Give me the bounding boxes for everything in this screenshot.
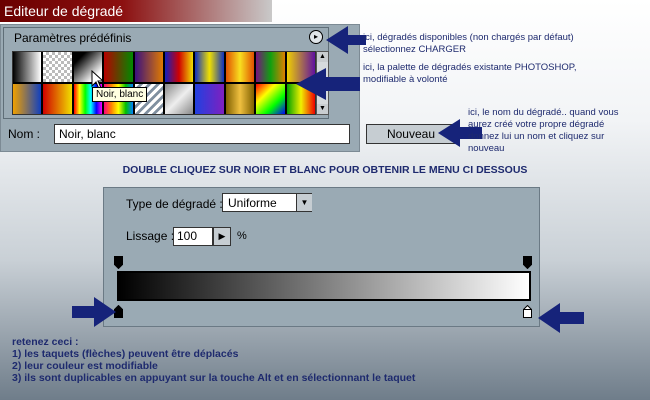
footer-item: 1) les taquets (flèches) peuvent être dé…: [12, 348, 239, 360]
gradient-type-value: Uniforme: [228, 196, 277, 210]
opacity-stop-right[interactable]: [523, 256, 532, 269]
swatch-gold[interactable]: [225, 84, 255, 114]
smoothness-slider-button[interactable]: ▶: [213, 227, 231, 246]
swatch-violet-orange[interactable]: [134, 52, 163, 82]
swatch-foreground-transparent[interactable]: [43, 52, 72, 82]
smoothness-label: Lissage :: [126, 229, 175, 243]
big-arrow-icon: [538, 303, 584, 333]
big-arrow-icon: [72, 297, 116, 327]
instruction-heading: DOUBLE CLIQUEZ SUR NOIR ET BLANC POUR OB…: [122, 164, 528, 176]
scroll-down-icon[interactable]: ▼: [317, 104, 328, 114]
percent-label: %: [237, 230, 247, 242]
footer-notes: retenez ceci : 1) les taquets (flèches) …: [12, 336, 415, 384]
note-name: ici, le nom du dégradé.. quand vous aure…: [468, 107, 619, 154]
window-title: Editeur de dégradé: [0, 0, 272, 22]
big-arrow-icon: [326, 26, 366, 54]
swatch-rainbow-diagonal[interactable]: [256, 84, 285, 114]
swatch-red-green[interactable]: [104, 52, 133, 82]
name-field[interactable]: Noir, blanc: [54, 124, 350, 144]
color-stop-white[interactable]: [523, 305, 532, 318]
play-icon: ▸: [313, 32, 318, 41]
footer-title: retenez ceci :: [12, 336, 79, 348]
swatch-blue-red-yellow[interactable]: [164, 52, 194, 82]
footer-item: 3) ils sont duplicables en appuyant sur …: [12, 372, 416, 384]
swatch-chrome[interactable]: [43, 84, 72, 114]
swatch-blue-purple[interactable]: [195, 84, 224, 114]
gradient-type-label: Type de dégradé :: [126, 197, 223, 211]
smoothness-field[interactable]: 100: [173, 227, 213, 246]
swatch-silver[interactable]: [164, 84, 194, 114]
chevron-down-icon[interactable]: ▼: [296, 194, 312, 211]
gradient-swatches: [12, 51, 316, 115]
swatch-copper[interactable]: [13, 84, 42, 114]
opacity-stop-left[interactable]: [114, 256, 123, 269]
note-menu: ici, dégradés disponibles (non chargés p…: [363, 32, 574, 55]
footer-item: 2) leur couleur est modifiable: [12, 360, 158, 372]
presets-menu-button[interactable]: ▸: [309, 30, 323, 44]
name-label: Nom :: [8, 127, 41, 141]
presets-label: Paramètres prédéfinis: [14, 31, 132, 45]
gradient-preview-bar[interactable]: [117, 271, 531, 301]
swatch-blue-yellow-blue[interactable]: [195, 52, 224, 82]
note-palette: ici, la palette de dégradés existante PH…: [363, 62, 577, 85]
swatch-tooltip: Noir, blanc: [92, 87, 148, 102]
swatch-violet-green-orange[interactable]: [256, 52, 285, 82]
big-arrow-icon: [296, 68, 360, 100]
swatch-orange-yellow-orange[interactable]: [225, 52, 255, 82]
swatch-foreground-background[interactable]: [13, 52, 42, 82]
